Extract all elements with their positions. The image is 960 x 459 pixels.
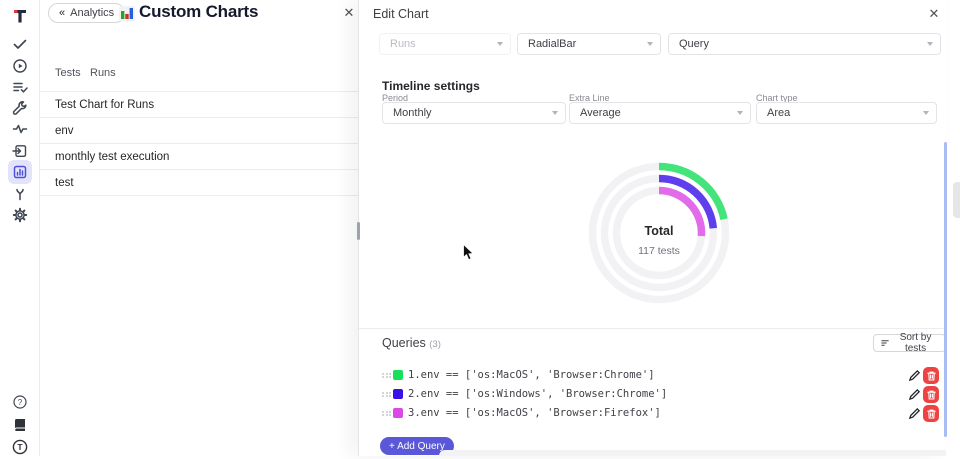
mode-select[interactable]: Query xyxy=(668,33,941,55)
drag-handle-icon[interactable] xyxy=(382,408,391,419)
chevron-down-icon xyxy=(647,42,653,46)
tab-runs[interactable]: Runs xyxy=(90,67,116,79)
sidebar-item-settings[interactable] xyxy=(8,203,32,227)
panel-scrollbar[interactable] xyxy=(944,142,947,437)
section-divider xyxy=(359,328,946,329)
account-avatar[interactable]: T xyxy=(8,435,32,459)
edit-chart-panel: Edit Chart ✕ Runs RadialBar Query Timeli… xyxy=(359,0,946,456)
query-color-swatch xyxy=(393,408,403,418)
chevron-down-icon xyxy=(552,111,558,115)
trash-icon xyxy=(927,371,936,381)
drag-handle-icon[interactable] xyxy=(382,389,391,400)
list-item[interactable]: monthly test execution xyxy=(40,144,358,170)
close-edit-panel-icon[interactable]: ✕ xyxy=(926,6,942,22)
query-expression: 3.env == ['os:MacOS', 'Browser:Firefox'] xyxy=(408,407,661,419)
chevrons-left-icon: « xyxy=(59,7,65,19)
wrench-icon xyxy=(12,100,28,116)
source-select[interactable]: Runs xyxy=(379,33,511,55)
import-box-icon xyxy=(12,143,28,159)
window-scrollbar-thumb[interactable] xyxy=(953,182,960,218)
panel-resize-handle[interactable] xyxy=(357,222,360,240)
logo-t-icon xyxy=(12,8,28,24)
mode-select-value: Query xyxy=(679,38,709,50)
source-select-value: Runs xyxy=(390,38,416,50)
help-button[interactable]: ? xyxy=(8,390,32,414)
gear-icon xyxy=(12,207,28,223)
list-item[interactable]: env xyxy=(40,118,358,144)
edit-chart-title: Edit Chart xyxy=(373,7,429,21)
period-select[interactable]: Monthly xyxy=(382,102,566,124)
page-title: Custom Charts xyxy=(139,2,258,22)
list-item[interactable]: Test Chart for Runs xyxy=(40,92,358,118)
sidebar-item-tests[interactable] xyxy=(8,32,32,56)
panel-bottom-edge xyxy=(439,450,946,456)
list-item[interactable]: test xyxy=(40,170,358,196)
query-row: 3.env == ['os:MacOS', 'Browser:Firefox'] xyxy=(359,404,946,423)
trash-icon xyxy=(927,409,936,419)
query-color-swatch xyxy=(393,389,403,399)
query-expression: 2.env == ['os:Windows', 'Browser:Chrome'… xyxy=(408,388,667,400)
extra-line-select-value: Average xyxy=(580,107,621,119)
list-check-icon xyxy=(12,79,28,95)
drag-handle-icon[interactable] xyxy=(382,370,391,381)
analytics-chart-icon xyxy=(12,164,28,180)
chart-list: Test Chart for Runs env monthly test exe… xyxy=(40,91,358,196)
play-circle-icon xyxy=(12,58,28,74)
query-expression: 1.env == ['os:MacOS', 'Browser:Chrome'] xyxy=(408,369,655,381)
help-icon: ? xyxy=(12,394,28,410)
chart-type-select[interactable]: Area xyxy=(756,102,937,124)
sort-button-label: Sort by tests xyxy=(893,332,938,354)
app-logo[interactable] xyxy=(8,4,32,28)
chart-kind-select-value: RadialBar xyxy=(528,38,576,50)
check-icon xyxy=(12,36,28,52)
sort-by-tests-button[interactable]: Sort by tests xyxy=(873,334,946,352)
queries-heading: Queries (3) xyxy=(382,336,441,350)
queries-heading-text: Queries xyxy=(382,336,426,350)
chart-kind-select[interactable]: RadialBar xyxy=(517,33,661,55)
query-row: 1.env == ['os:MacOS', 'Browser:Chrome'] xyxy=(359,366,946,385)
edit-pencil-icon[interactable] xyxy=(908,388,921,401)
radial-bar-chart xyxy=(559,133,759,333)
app-sidebar: ? T xyxy=(0,0,40,456)
delete-query-button[interactable] xyxy=(923,405,939,422)
bar-chart-icon xyxy=(118,4,136,22)
svg-text:?: ? xyxy=(18,398,23,407)
query-row: 2.env == ['os:Windows', 'Browser:Chrome'… xyxy=(359,385,946,404)
query-color-swatch xyxy=(393,370,403,380)
tab-tests[interactable]: Tests xyxy=(55,67,81,79)
activity-icon xyxy=(12,121,28,137)
avatar-t-icon: T xyxy=(12,439,28,455)
sidebar-item-analytics[interactable] xyxy=(8,160,32,184)
chevron-down-icon xyxy=(923,111,929,115)
edit-pencil-icon[interactable] xyxy=(908,369,921,382)
delete-query-button[interactable] xyxy=(923,367,939,384)
sort-icon xyxy=(881,338,889,348)
svg-text:T: T xyxy=(17,442,23,452)
close-panel-icon[interactable]: ✕ xyxy=(341,5,357,21)
book-icon xyxy=(12,417,28,433)
edit-pencil-icon[interactable] xyxy=(908,407,921,420)
extra-line-select[interactable]: Average xyxy=(569,102,751,124)
branch-icon xyxy=(12,186,28,202)
trash-icon xyxy=(927,390,936,400)
back-button-label: Analytics xyxy=(70,7,114,19)
custom-charts-panel: « Analytics Custom Charts ✕ Tests Runs T… xyxy=(40,0,358,456)
period-select-value: Monthly xyxy=(393,107,432,119)
sidebar-item-pulse[interactable] xyxy=(8,117,32,141)
docs-button[interactable] xyxy=(8,413,32,437)
chevron-down-icon xyxy=(737,111,743,115)
chevron-down-icon xyxy=(497,42,503,46)
timeline-settings-heading: Timeline settings xyxy=(382,79,480,93)
queries-count-badge: (3) xyxy=(429,339,441,350)
chart-type-select-value: Area xyxy=(767,107,790,119)
delete-query-button[interactable] xyxy=(923,386,939,403)
chevron-down-icon xyxy=(927,42,933,46)
back-to-analytics-button[interactable]: « Analytics xyxy=(48,3,125,23)
